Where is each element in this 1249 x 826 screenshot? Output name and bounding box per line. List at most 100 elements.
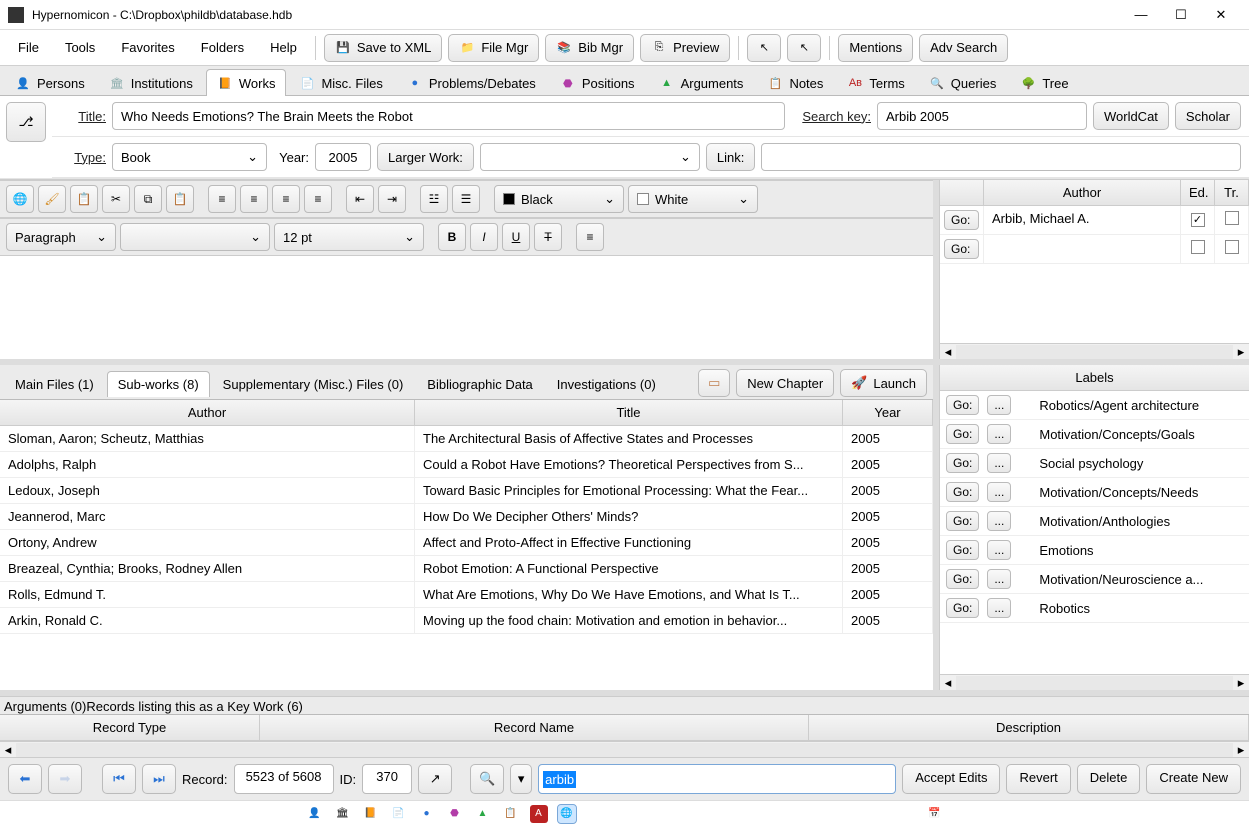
tab-terms[interactable]: AвTerms <box>836 69 915 96</box>
tab-persons[interactable]: 👤Persons <box>4 69 96 96</box>
new-chapter-button[interactable]: New Chapter <box>736 369 834 397</box>
copy-icon[interactable]: ⧉ <box>134 185 162 213</box>
style-select[interactable]: Paragraph⌄ <box>6 223 116 251</box>
larger-work-button[interactable]: Larger Work: <box>377 143 474 171</box>
first-button[interactable]: ⏮ <box>102 764 136 794</box>
last-button[interactable]: ⏭ <box>142 764 176 794</box>
link-input[interactable] <box>761 143 1241 171</box>
scrollbar[interactable]: ◂▸ <box>940 343 1249 359</box>
minimize-button[interactable]: — <box>1121 1 1161 29</box>
title-input[interactable] <box>112 102 785 130</box>
subwork-row[interactable]: Sloman, Aaron; Scheutz, MatthiasThe Arch… <box>0 426 933 452</box>
mini-arguments-icon[interactable]: ▲ <box>474 805 492 823</box>
preview-button[interactable]: ⎘Preview <box>640 34 730 62</box>
tab-sub-works[interactable]: Sub-works (8) <box>107 371 210 397</box>
revert-button[interactable]: Revert <box>1006 764 1070 794</box>
tab-notes[interactable]: 📋Notes <box>756 69 834 96</box>
tab-problems-debates[interactable]: ●Problems/Debates <box>396 69 547 96</box>
subwork-row[interactable]: Ortony, AndrewAffect and Proto-Affect in… <box>0 530 933 556</box>
label-row[interactable]: Go:...Social psychology <box>940 449 1249 478</box>
delete-button[interactable]: Delete <box>1077 764 1141 794</box>
subwork-row[interactable]: Ledoux, JosephToward Basic Principles fo… <box>0 478 933 504</box>
tab-bib-data[interactable]: Bibliographic Data <box>416 371 544 397</box>
more-button[interactable]: ... <box>987 540 1011 560</box>
launch-button[interactable]: 🚀Launch <box>840 369 927 397</box>
go-button[interactable]: Go: <box>946 424 979 444</box>
accept-edits-button[interactable]: Accept Edits <box>902 764 1000 794</box>
more-button[interactable]: ... <box>987 482 1011 502</box>
indent-icon[interactable]: ⇥ <box>378 185 406 213</box>
worldcat-button[interactable]: WorldCat <box>1093 102 1169 130</box>
back-button[interactable]: ⬅ <box>8 764 42 794</box>
mini-web-icon[interactable]: 🌐 <box>558 805 576 823</box>
bg-color-select[interactable]: White⌄ <box>628 185 758 213</box>
tab-supplementary[interactable]: Supplementary (Misc.) Files (0) <box>212 371 415 397</box>
scrollbar[interactable]: ◂▸ <box>940 674 1249 690</box>
go-button[interactable]: Go: <box>946 511 979 531</box>
link-button[interactable]: Link: <box>706 143 755 171</box>
bib-mgr-button[interactable]: 📚Bib Mgr <box>545 34 634 62</box>
tab-arguments[interactable]: Arguments (0) <box>4 699 86 714</box>
go-button[interactable]: Go: <box>946 453 979 473</box>
tree-button[interactable]: ⎇ <box>6 102 46 142</box>
go-button[interactable]: Go: <box>946 569 979 589</box>
search-input[interactable]: arbib <box>538 764 896 794</box>
fg-color-select[interactable]: Black⌄ <box>494 185 624 213</box>
label-row[interactable]: Go:...Robotics/Agent architecture <box>940 391 1249 420</box>
create-new-button[interactable]: Create New <box>1146 764 1241 794</box>
tab-misc-files[interactable]: 📄Misc. Files <box>288 69 393 96</box>
search-button[interactable]: 🔍 <box>470 764 504 794</box>
pointer-b-button[interactable]: ↖ <box>787 34 821 62</box>
author-row[interactable]: Go:Arbib, Michael A.✓ <box>940 206 1249 235</box>
tab-investigations[interactable]: Investigations (0) <box>546 371 667 397</box>
tab-queries[interactable]: 🔍Queries <box>918 69 1008 96</box>
scrollbar[interactable]: ◂▸ <box>0 741 1249 757</box>
author-row-blank[interactable]: Go: <box>940 235 1249 264</box>
label-row[interactable]: Go:...Robotics <box>940 594 1249 623</box>
tab-positions[interactable]: ⬣Positions <box>549 69 646 96</box>
go-button[interactable]: Go: <box>946 395 979 415</box>
maximize-button[interactable]: ☐ <box>1161 1 1201 29</box>
file-mgr-button[interactable]: 📁File Mgr <box>448 34 539 62</box>
go-button[interactable]: Go: <box>944 239 979 259</box>
tab-main-files[interactable]: Main Files (1) <box>4 371 105 397</box>
outdent-icon[interactable]: ⇤ <box>346 185 374 213</box>
tr-checkbox[interactable] <box>1225 211 1239 225</box>
align-justify-icon[interactable]: ≡ <box>304 185 332 213</box>
go-button[interactable]: Go: <box>944 210 979 230</box>
label-row[interactable]: Go:...Motivation/Anthologies <box>940 507 1249 536</box>
mini-calendar-icon[interactable]: 📅 <box>926 805 944 823</box>
larger-work-select[interactable]: ⌄ <box>480 143 700 171</box>
strike-button[interactable]: T <box>534 223 562 251</box>
clear-format-icon[interactable]: 🖌 <box>38 185 66 213</box>
size-select[interactable]: 12 pt⌄ <box>274 223 424 251</box>
adv-search-button[interactable]: Adv Search <box>919 34 1008 62</box>
scholar-button[interactable]: Scholar <box>1175 102 1241 130</box>
tab-tree[interactable]: 🌳Tree <box>1009 69 1079 96</box>
subwork-row[interactable]: Adolphs, RalphCould a Robot Have Emotion… <box>0 452 933 478</box>
italic-button[interactable]: I <box>470 223 498 251</box>
label-row[interactable]: Go:...Motivation/Concepts/Needs <box>940 478 1249 507</box>
editor-area[interactable] <box>0 256 933 359</box>
menu-tools[interactable]: Tools <box>55 36 105 59</box>
mini-problems-icon[interactable]: ● <box>418 805 436 823</box>
label-row[interactable]: Go:...Emotions <box>940 536 1249 565</box>
paste-icon[interactable]: 📋 <box>70 185 98 213</box>
underline-button[interactable]: U <box>502 223 530 251</box>
align-center2-icon[interactable]: ≡ <box>576 223 604 251</box>
year-input[interactable] <box>315 143 371 171</box>
align-right-icon[interactable]: ≡ <box>272 185 300 213</box>
mini-positions-icon[interactable]: ⬣ <box>446 805 464 823</box>
subwork-row[interactable]: Breazeal, Cynthia; Brooks, Rodney AllenR… <box>0 556 933 582</box>
goto-button[interactable]: ↗ <box>418 764 452 794</box>
menu-favorites[interactable]: Favorites <box>111 36 184 59</box>
more-button[interactable]: ... <box>987 598 1011 618</box>
image-button[interactable]: ▭ <box>698 369 730 397</box>
more-button[interactable]: ... <box>987 569 1011 589</box>
forward-button[interactable]: ➡ <box>48 764 82 794</box>
ed-checkbox[interactable] <box>1191 240 1205 254</box>
menu-folders[interactable]: Folders <box>191 36 254 59</box>
go-button[interactable]: Go: <box>946 598 979 618</box>
label-row[interactable]: Go:...Motivation/Neuroscience a... <box>940 565 1249 594</box>
save-xml-button[interactable]: 💾Save to XML <box>324 34 442 62</box>
